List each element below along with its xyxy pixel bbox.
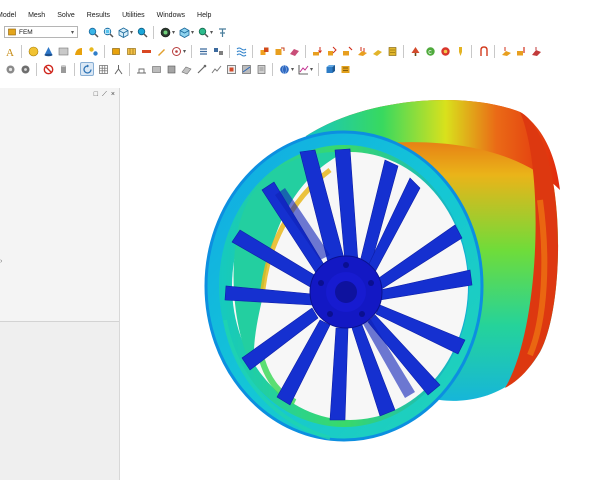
restore-icon[interactable]: □ bbox=[94, 91, 98, 99]
load-icon[interactable] bbox=[258, 45, 270, 57]
target-icon[interactable] bbox=[170, 45, 182, 57]
result-icon[interactable] bbox=[454, 45, 466, 57]
fit-view-icon[interactable] bbox=[136, 26, 148, 38]
view-cube-icon[interactable] bbox=[117, 26, 129, 38]
prefix-icon[interactable]: c bbox=[424, 45, 436, 57]
properties-pane bbox=[0, 322, 119, 480]
mesh-tool-icon[interactable] bbox=[125, 45, 137, 57]
side-panel: □ ⟋ × › bbox=[0, 88, 120, 480]
chart-icon[interactable] bbox=[210, 63, 222, 75]
mesh-grid-icon[interactable] bbox=[97, 63, 109, 75]
layer-icon[interactable] bbox=[165, 63, 177, 75]
scale-icon[interactable] bbox=[135, 63, 147, 75]
menu-utilities[interactable]: Utilities bbox=[116, 9, 151, 22]
menu-bar: Model Mesh Solve Results Utilities Windo… bbox=[0, 9, 600, 22]
menu-windows[interactable]: Windows bbox=[151, 9, 191, 22]
contour-icon[interactable] bbox=[240, 63, 252, 75]
structure-icon[interactable] bbox=[112, 63, 124, 75]
rotate-icon[interactable] bbox=[80, 62, 94, 76]
toolbar-row-1: FEM ▾ ▾ ▾ ▾ ▾ bbox=[0, 23, 600, 41]
equation-icon[interactable] bbox=[212, 45, 224, 57]
panel-controls: □ ⟋ × bbox=[94, 91, 115, 99]
force-icon[interactable] bbox=[341, 45, 353, 57]
iso-view-icon[interactable] bbox=[178, 26, 190, 38]
globe-icon[interactable] bbox=[278, 63, 290, 75]
module-select[interactable]: FEM ▾ bbox=[4, 26, 78, 38]
toolbar-row-2: A ▾ c bbox=[0, 42, 600, 60]
no-entry-icon[interactable] bbox=[42, 63, 54, 75]
close-icon[interactable]: × bbox=[111, 91, 115, 99]
displacement-icon[interactable] bbox=[515, 45, 527, 57]
box3d-icon[interactable] bbox=[324, 63, 336, 75]
cylinder-icon[interactable] bbox=[57, 63, 69, 75]
graph-icon[interactable] bbox=[297, 63, 309, 75]
color-icon[interactable] bbox=[439, 45, 451, 57]
palette-icon[interactable] bbox=[339, 63, 351, 75]
toolbar-row-3: ▾ ▾ bbox=[0, 60, 600, 78]
animation-icon[interactable] bbox=[255, 63, 267, 75]
wheel-model bbox=[204, 99, 560, 442]
chevron-down-icon: ▾ bbox=[70, 29, 74, 36]
zoom-window-icon[interactable] bbox=[102, 26, 114, 38]
svg-text:c: c bbox=[428, 49, 432, 56]
stack-load-icon[interactable] bbox=[386, 45, 398, 57]
grid-icon[interactable] bbox=[4, 63, 16, 75]
vector-icon[interactable] bbox=[477, 45, 489, 57]
menu-solve[interactable]: Solve bbox=[51, 9, 81, 22]
menu-results[interactable]: Results bbox=[81, 9, 116, 22]
probe-icon[interactable] bbox=[195, 63, 207, 75]
shape-icon[interactable] bbox=[72, 45, 84, 57]
pen-icon[interactable] bbox=[155, 45, 167, 57]
tree-icon[interactable] bbox=[409, 45, 421, 57]
spring-icon[interactable] bbox=[326, 45, 338, 57]
zoom-options-icon[interactable] bbox=[197, 26, 209, 38]
plate-load-icon[interactable] bbox=[371, 45, 383, 57]
module-icon bbox=[8, 28, 16, 36]
constraint-icon[interactable] bbox=[500, 45, 512, 57]
menu-mesh[interactable]: Mesh bbox=[22, 9, 51, 22]
svg-text:A: A bbox=[6, 47, 14, 57]
float-icon[interactable]: ⟋ bbox=[102, 91, 107, 99]
zoom-in-icon[interactable] bbox=[87, 26, 99, 38]
plate-icon[interactable] bbox=[288, 45, 300, 57]
shell-icon[interactable] bbox=[530, 45, 542, 57]
menu-help[interactable]: Help bbox=[191, 9, 217, 22]
menu-model[interactable]: Model bbox=[0, 9, 22, 22]
sphere-icon[interactable] bbox=[27, 45, 39, 57]
stack-icon[interactable] bbox=[197, 45, 209, 57]
display-mode-icon[interactable] bbox=[159, 26, 171, 38]
text-annotation-icon[interactable]: A bbox=[4, 45, 16, 57]
clipping-icon[interactable] bbox=[216, 26, 228, 38]
surface-load-icon[interactable] bbox=[356, 45, 368, 57]
graphics-viewport[interactable] bbox=[120, 88, 600, 480]
element-icon[interactable] bbox=[180, 63, 192, 75]
beam-icon[interactable] bbox=[140, 45, 152, 57]
refresh-icon[interactable] bbox=[19, 63, 31, 75]
box-geometry-icon[interactable] bbox=[110, 45, 122, 57]
section-icon[interactable] bbox=[150, 63, 162, 75]
image-icon[interactable] bbox=[57, 45, 69, 57]
transform-icon[interactable] bbox=[273, 45, 285, 57]
module-select-label: FEM bbox=[19, 28, 33, 36]
wave-icon[interactable] bbox=[235, 45, 247, 57]
panel-edge-marker: › bbox=[0, 258, 3, 265]
load-arrow-icon[interactable] bbox=[311, 45, 323, 57]
cone-icon[interactable] bbox=[42, 45, 54, 57]
node-group-icon[interactable] bbox=[87, 45, 99, 57]
frame-icon[interactable] bbox=[225, 63, 237, 75]
